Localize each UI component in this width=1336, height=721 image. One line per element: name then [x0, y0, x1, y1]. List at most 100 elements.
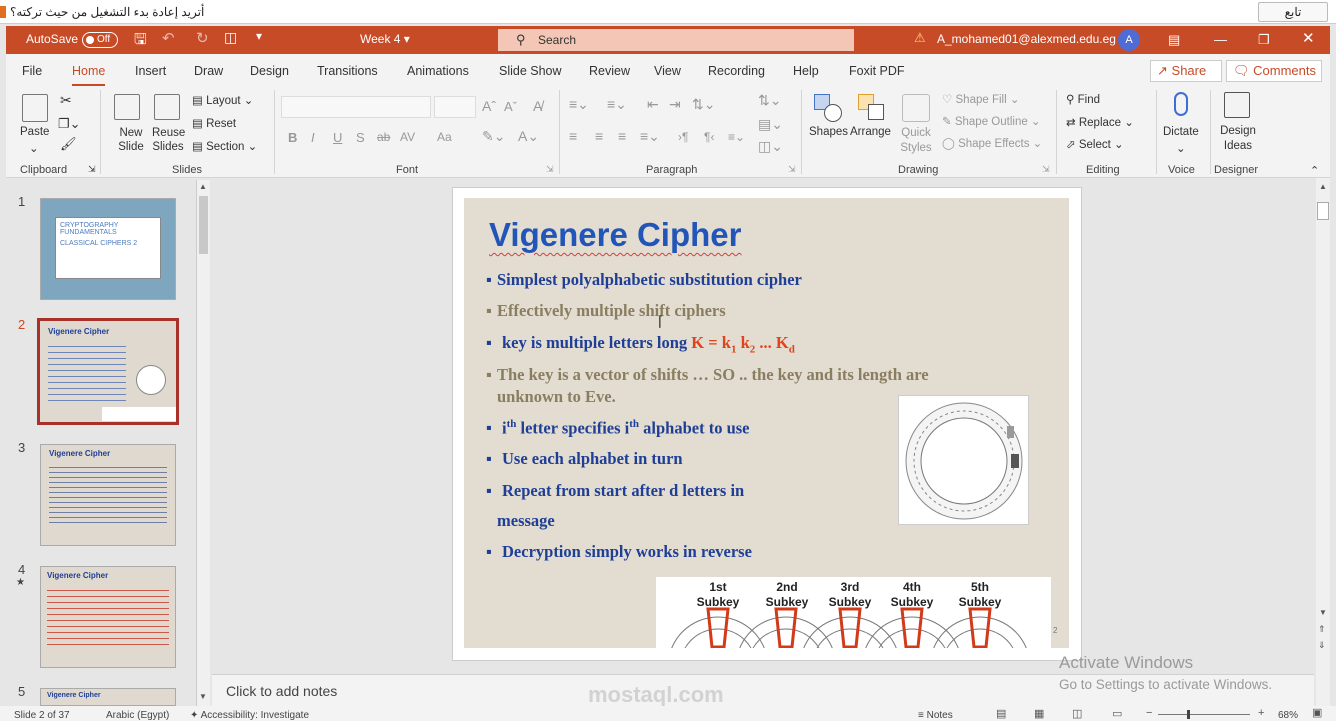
strikethrough-button[interactable]: ab: [377, 130, 390, 144]
scroll-down-icon[interactable]: ▼: [1319, 608, 1327, 617]
decrease-indent-icon[interactable]: ⇤: [647, 96, 659, 113]
design-ideas-button[interactable]: Design Ideas: [1218, 124, 1258, 154]
save-icon[interactable]: 🖫: [134, 29, 147, 54]
reset-button[interactable]: ▤ Reset: [192, 116, 236, 130]
font-size-select[interactable]: [434, 96, 476, 118]
notes-placeholder[interactable]: Click to add notes: [226, 683, 337, 699]
design-ideas-icon[interactable]: [1224, 92, 1250, 118]
line-spacing-icon[interactable]: ⇅⌄: [692, 96, 715, 113]
tab-insert[interactable]: Insert: [135, 64, 166, 78]
doc-title[interactable]: Week 4 ▾: [360, 32, 410, 46]
restore-icon[interactable]: ❐: [1258, 32, 1270, 48]
slide-thumbnail-2[interactable]: Vigenere Cipher: [37, 318, 179, 425]
tab-design[interactable]: Design: [250, 64, 289, 78]
slide[interactable]: Vigenere Cipher ▪ Simplest polyalphabeti…: [464, 198, 1069, 648]
rtl-icon[interactable]: ›¶: [678, 130, 688, 144]
comments-button[interactable]: 🗨 Comments: [1226, 60, 1322, 82]
align-text-icon[interactable]: ▤⌄: [758, 116, 783, 133]
zoom-slider[interactable]: [1158, 714, 1250, 715]
justify-icon[interactable]: ≡⌄: [640, 128, 660, 145]
scroll-thumb[interactable]: [199, 196, 208, 254]
columns-icon[interactable]: ≡⌄: [728, 130, 745, 144]
customize-qat-icon[interactable]: ▾: [256, 29, 262, 43]
zoom-level[interactable]: 68%: [1278, 711, 1298, 721]
account-name[interactable]: A_mohamed01@alexmed.edu.eg: [937, 32, 1116, 46]
font-family-select[interactable]: [281, 96, 431, 118]
reuse-slides-icon[interactable]: [154, 94, 180, 120]
grow-font-icon[interactable]: Aˆ: [482, 98, 496, 114]
arrange-icon[interactable]: [858, 94, 886, 122]
microphone-icon[interactable]: [1174, 92, 1188, 116]
subkeys-image[interactable]: 1st Subkey 2nd Subkey 3rd Subkey 4th Sub…: [656, 577, 1051, 648]
font-color-icon[interactable]: A⌄: [518, 128, 539, 145]
previous-slide-icon[interactable]: ⇑: [1318, 624, 1326, 635]
present-icon[interactable]: ◫: [224, 29, 237, 46]
slideshow-view-icon[interactable]: ▭: [1112, 709, 1122, 720]
follow-button[interactable]: تابع: [1258, 2, 1328, 22]
text-direction-icon[interactable]: ⇅⌄: [758, 92, 781, 109]
zoom-in-icon[interactable]: +: [1258, 708, 1264, 719]
layout-button[interactable]: ▤ Layout ⌄: [192, 93, 253, 107]
ribbon-display-icon[interactable]: ▤: [1168, 32, 1180, 48]
shapes-icon[interactable]: [814, 94, 842, 122]
next-slide-icon[interactable]: ⇓: [1318, 640, 1326, 651]
paragraph-launcher-icon[interactable]: ⇲: [788, 164, 796, 175]
minimize-icon[interactable]: —: [1214, 32, 1227, 47]
font-launcher-icon[interactable]: ⇲: [546, 164, 554, 175]
tab-file[interactable]: File: [22, 64, 42, 78]
tab-animations[interactable]: Animations: [407, 64, 469, 78]
notes-toggle[interactable]: ≡ Notes: [918, 711, 953, 721]
format-painter-icon[interactable]: 🖌: [60, 136, 77, 152]
slide-thumbnail-4[interactable]: Vigenere Cipher: [40, 566, 176, 668]
new-slide-button[interactable]: New Slide: [116, 126, 146, 154]
find-button[interactable]: ⚲ Find: [1066, 92, 1100, 106]
dictate-dropdown-icon[interactable]: ⌄: [1176, 141, 1186, 155]
dictate-button[interactable]: Dictate: [1163, 126, 1199, 138]
ltr-icon[interactable]: ¶‹: [704, 130, 714, 144]
paste-icon[interactable]: [22, 94, 48, 122]
clear-format-icon[interactable]: A̸: [533, 98, 542, 114]
numbering-icon[interactable]: ≡⌄: [607, 96, 627, 113]
language-status[interactable]: Arabic (Egypt): [106, 711, 169, 721]
reuse-slides-button[interactable]: Reuse Slides: [152, 126, 185, 154]
character-spacing-button[interactable]: AV: [400, 130, 415, 144]
new-slide-icon[interactable]: [114, 94, 140, 120]
paste-button[interactable]: Paste: [20, 126, 49, 138]
slide-sorter-icon[interactable]: ▦: [1034, 709, 1044, 720]
cipher-wheel-image[interactable]: [898, 395, 1029, 525]
drawing-launcher-icon[interactable]: ⇲: [1042, 164, 1050, 175]
shape-fill-button[interactable]: ♡ Shape Fill ⌄: [942, 92, 1020, 106]
thumbnails-scrollbar[interactable]: ▲ ▼: [196, 180, 210, 706]
increase-indent-icon[interactable]: ⇥: [669, 96, 681, 113]
copy-icon[interactable]: ❐⌄: [58, 116, 81, 132]
accessibility-status[interactable]: ✦ Accessibility: Investigate: [190, 711, 309, 721]
reading-view-icon[interactable]: ◫: [1072, 709, 1082, 720]
slide-thumbnail-1[interactable]: CRYPTOGRAPHY FUNDAMENTALS CLASSICAL CIPH…: [40, 198, 176, 300]
tab-help[interactable]: Help: [793, 64, 819, 78]
avatar[interactable]: A: [1118, 29, 1140, 51]
smartart-icon[interactable]: ◫⌄: [758, 138, 783, 155]
search-box[interactable]: ⚲ Search: [498, 29, 854, 51]
slide-thumbnail-3[interactable]: Vigenere Cipher: [40, 444, 176, 546]
align-left-icon[interactable]: ≡: [569, 128, 577, 144]
collapse-ribbon-icon[interactable]: ⌃: [1310, 164, 1319, 177]
shadow-button[interactable]: S: [356, 130, 365, 145]
share-button[interactable]: ↗ Share: [1150, 60, 1222, 82]
shrink-font-icon[interactable]: Aˇ: [504, 99, 517, 114]
slide-title[interactable]: Vigenere Cipher: [489, 216, 741, 254]
redo-icon[interactable]: ↻: [196, 29, 209, 47]
scroll-down-icon[interactable]: ▼: [199, 692, 207, 701]
align-right-icon[interactable]: ≡: [618, 128, 626, 144]
zoom-out-icon[interactable]: −: [1146, 708, 1152, 719]
close-icon[interactable]: ✕: [1302, 29, 1315, 47]
cut-icon[interactable]: ✂: [60, 92, 72, 109]
italic-button[interactable]: I: [311, 130, 315, 145]
undo-icon[interactable]: ↶: [162, 29, 175, 47]
canvas-scrollbar[interactable]: ▲ ▼ ⇑ ⇓: [1316, 178, 1330, 706]
bold-button[interactable]: B: [288, 130, 297, 145]
section-button[interactable]: ▤ Section ⌄: [192, 139, 257, 153]
tab-home[interactable]: Home: [72, 64, 106, 87]
tab-foxit-pdf[interactable]: Foxit PDF: [849, 64, 905, 78]
quick-styles-icon[interactable]: [902, 94, 930, 122]
shape-effects-button[interactable]: ◯ Shape Effects ⌄: [942, 136, 1042, 150]
